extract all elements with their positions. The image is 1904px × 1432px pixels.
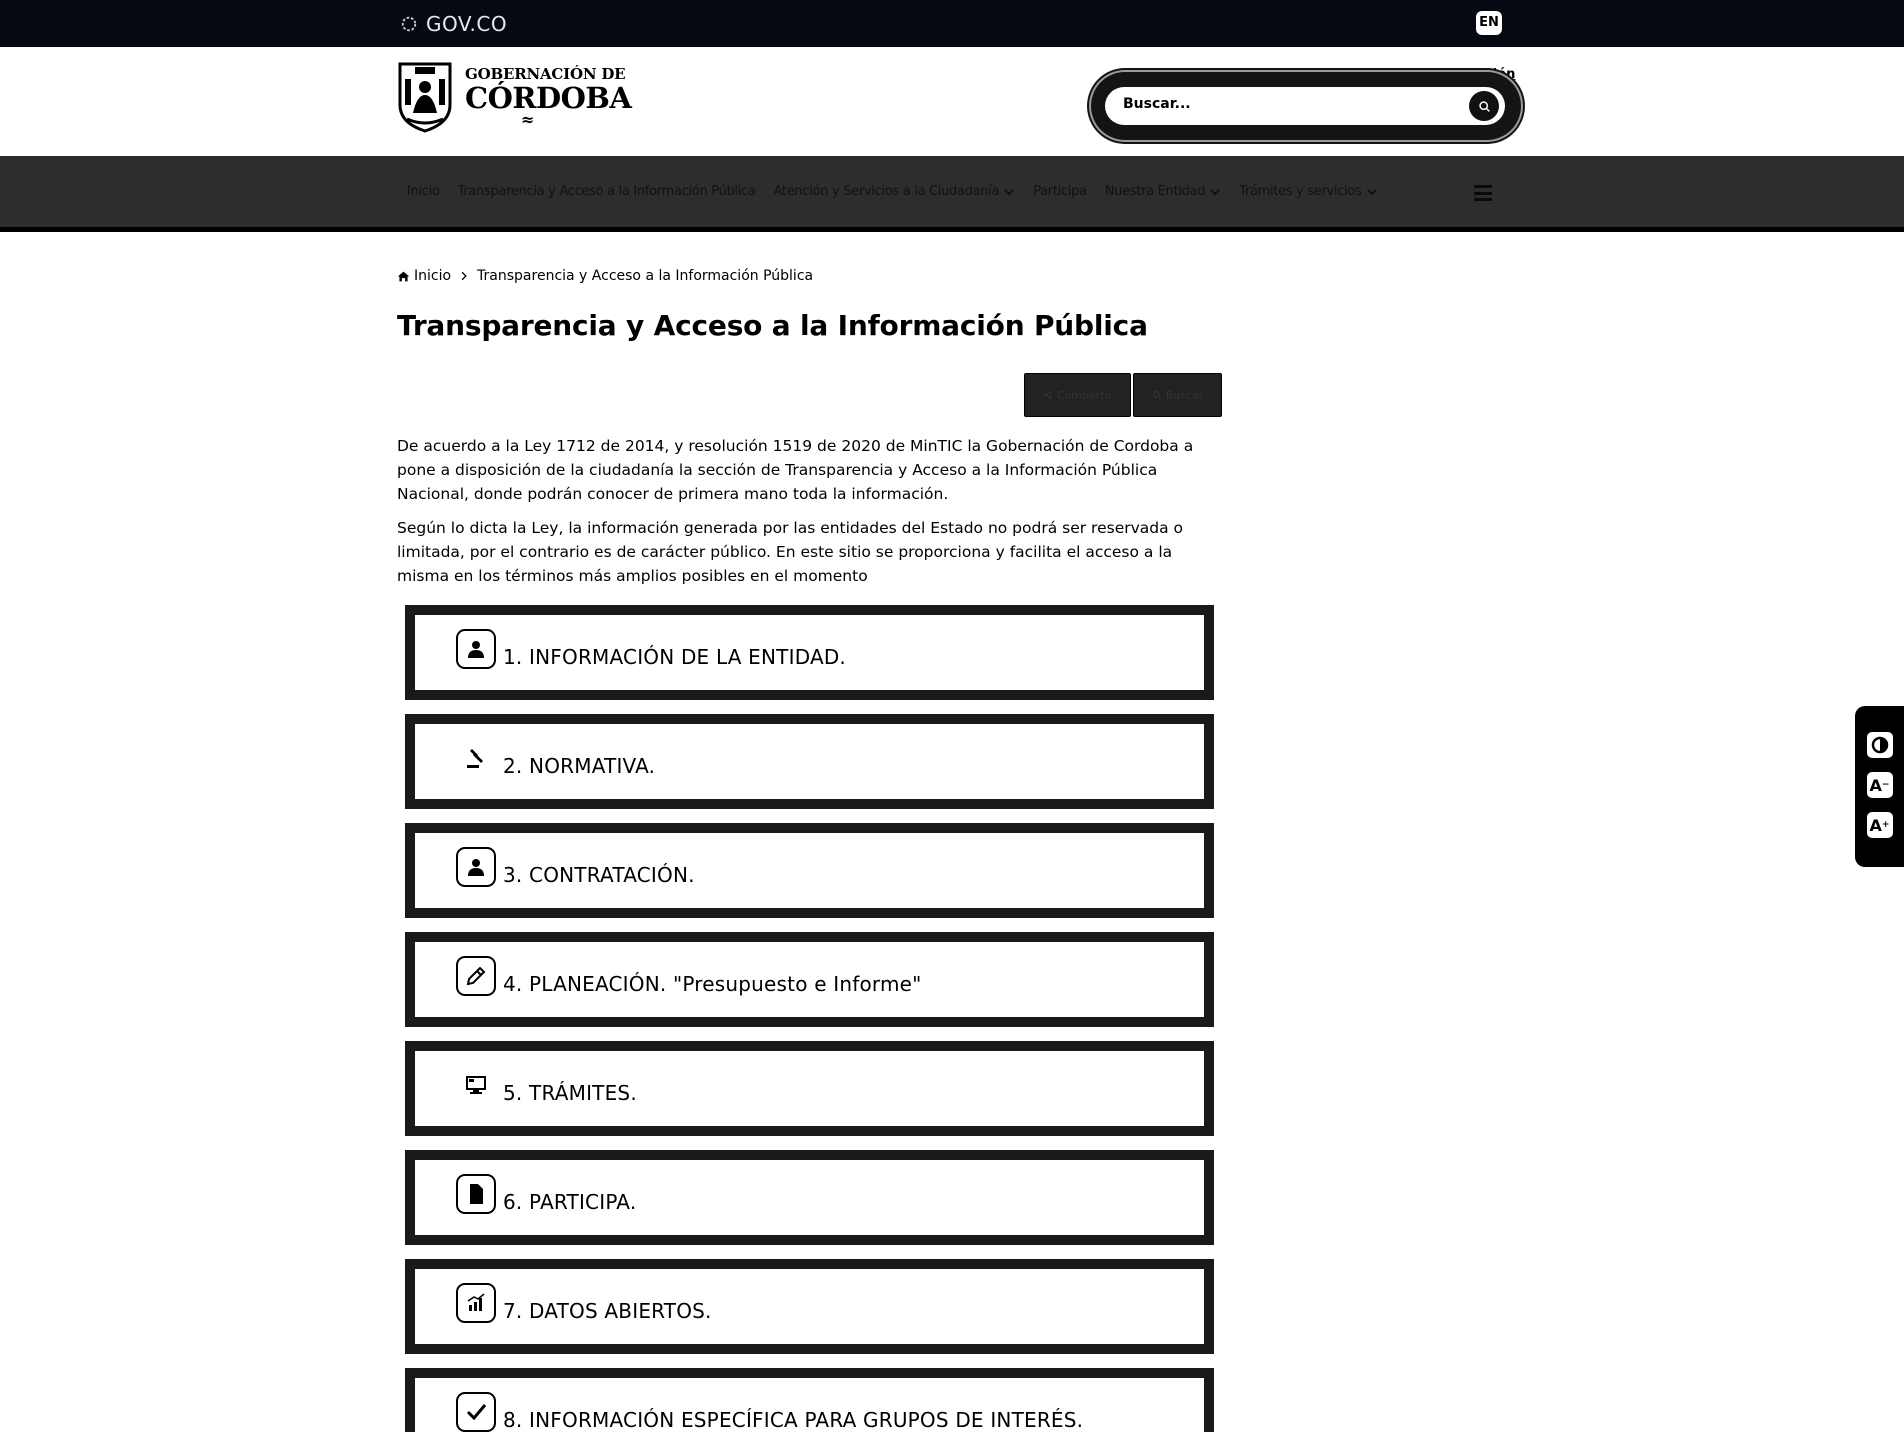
section-label: 7. DATOS ABIERTOS. [503,1299,712,1323]
search-icon [1152,390,1161,400]
contrast-icon[interactable] [1866,732,1893,758]
nav-item-5[interactable]: Trámites y servicios [1239,184,1377,199]
gov-co-logo[interactable]: GOV.CO [400,12,507,36]
nav-item-label: Trámites y servicios [1239,184,1362,199]
section-card-3[interactable]: 3. CONTRATACIÓN. [405,823,1214,918]
section-card-7[interactable]: 7. DATOS ABIERTOS. [405,1259,1214,1354]
accessibility-toolbar: A − A + [1855,706,1904,867]
gov-top-bar: GOV.CO EN [0,0,1904,47]
share-icon [1044,391,1052,399]
nav-item-label: Atención y Servicios a la Ciudadanía [773,184,1000,199]
brand-line-2: CÓRDOBA [465,81,632,115]
search-icon [1478,100,1490,112]
section-label: 6. PARTICIPA. [503,1190,637,1214]
font-decrease-icon[interactable]: A − [1866,772,1893,798]
search-input[interactable] [1123,96,1443,112]
section-label: 2. NORMATIVA. [503,754,656,778]
breadcrumb-home-label: Inicio [414,268,452,284]
nav-item-label: Inicio [407,184,440,199]
brand-waves: ≈ [521,110,535,129]
section-label: 5. TRÁMITES. [503,1081,637,1105]
nav-item-3[interactable]: Participa [1033,184,1087,199]
chevron-down-icon [1366,188,1377,195]
intro-text: De acuerdo a la Ley 1712 de 2014, y reso… [397,434,1225,598]
brand-line-1: GOBERNACIÓN DE [465,65,626,83]
language-toggle-button[interactable]: EN [1476,11,1502,35]
main-navigation: Inicio Transparencia y Acceso a la Inform… [0,156,1904,232]
nav-item-label: Participa [1033,184,1087,199]
document-icon [456,1174,496,1214]
section-card-4[interactable]: 4. PLANEACIÓN. "Presupuesto e Informe" [405,932,1214,1027]
share-label: Compartir [1056,388,1113,402]
nav-item-0[interactable]: Inicio [407,184,440,199]
breadcrumb: Inicio Transparencia y Acceso a la Infor… [397,268,813,284]
brand-logo[interactable]: GOBERNACIÓN DE CÓRDOBA ≈ [397,61,632,133]
breadcrumb-current: Transparencia y Acceso a la Información … [477,268,814,284]
search-button[interactable] [1469,91,1499,121]
breadcrumb-home[interactable]: Inicio [397,268,451,284]
search-field-wrapper [1105,87,1505,125]
person-icon [456,847,496,887]
person-icon [456,629,496,669]
section-card-5[interactable]: 5. TRÁMITES. [405,1041,1214,1136]
pencil-icon [456,956,496,996]
section-card-6[interactable]: 6. PARTICIPA. [405,1150,1214,1245]
home-icon [397,271,410,281]
intro-paragraph-2: Según lo dicta la Ley, la información ge… [397,519,1184,585]
nav-list: Inicio Transparencia y Acceso a la Inform… [407,184,1378,199]
intro-paragraph-1: De acuerdo a la Ley 1712 de 2014, y reso… [397,437,1194,503]
transparency-sections: 1. INFORMACIÓN DE LA ENTIDAD. 2. NORMATIV… [405,605,1214,1432]
section-label: 8. INFORMACIÓN ESPECÍFICA PARA GRUPOS DE… [503,1408,1084,1432]
nav-item-label: Nuestra Entidad [1104,184,1206,199]
chart-icon [456,1283,496,1323]
section-label: 3. CONTRATACIÓN. [503,863,695,887]
gavel-icon [456,738,496,778]
check-icon [456,1392,496,1432]
gov-co-icon [401,16,417,32]
font-increase-icon[interactable]: A + [1866,812,1893,838]
nav-item-1[interactable]: Transparencia y Acceso a la Información … [458,184,756,199]
section-label: 4. PLANEACIÓN. "Presupuesto e Informe" [503,972,922,996]
site-header: GOBERNACIÓN DE CÓRDOBA ≈ Iniciar sesión [0,47,1904,156]
nav-item-label: Transparencia y Acceso a la Información … [457,184,756,199]
share-button[interactable]: Compartir [1024,373,1131,417]
section-card-1[interactable]: 1. INFORMACIÓN DE LA ENTIDAD. [405,605,1214,700]
search-page-label: Buscar [1165,388,1204,402]
coat-of-arms-icon [398,62,452,133]
nav-item-4[interactable]: Nuestra Entidad [1105,184,1221,199]
menu-hamburger-icon[interactable] [1474,185,1492,201]
section-card-2[interactable]: 2. NORMATIVA. [405,714,1214,809]
page-actions: Compartir Buscar [1024,373,1222,417]
chevron-right-icon [461,271,467,281]
page-title: Transparencia y Acceso a la Información … [397,309,1148,342]
chevron-down-icon [1004,188,1014,195]
gov-co-text: GOV.CO [426,12,508,36]
search-bar [1091,72,1521,140]
nav-item-2[interactable]: Atención y Servicios a la Ciudadanía [774,184,1016,199]
brand-name: GOBERNACIÓN DE CÓRDOBA ≈ [465,65,632,129]
monitor-icon [456,1065,496,1105]
chevron-down-icon [1210,188,1220,195]
section-card-8[interactable]: 8. INFORMACIÓN ESPECÍFICA PARA GRUPOS DE… [405,1368,1214,1432]
search-page-button[interactable]: Buscar [1133,373,1222,417]
section-label: 1. INFORMACIÓN DE LA ENTIDAD. [503,645,846,669]
